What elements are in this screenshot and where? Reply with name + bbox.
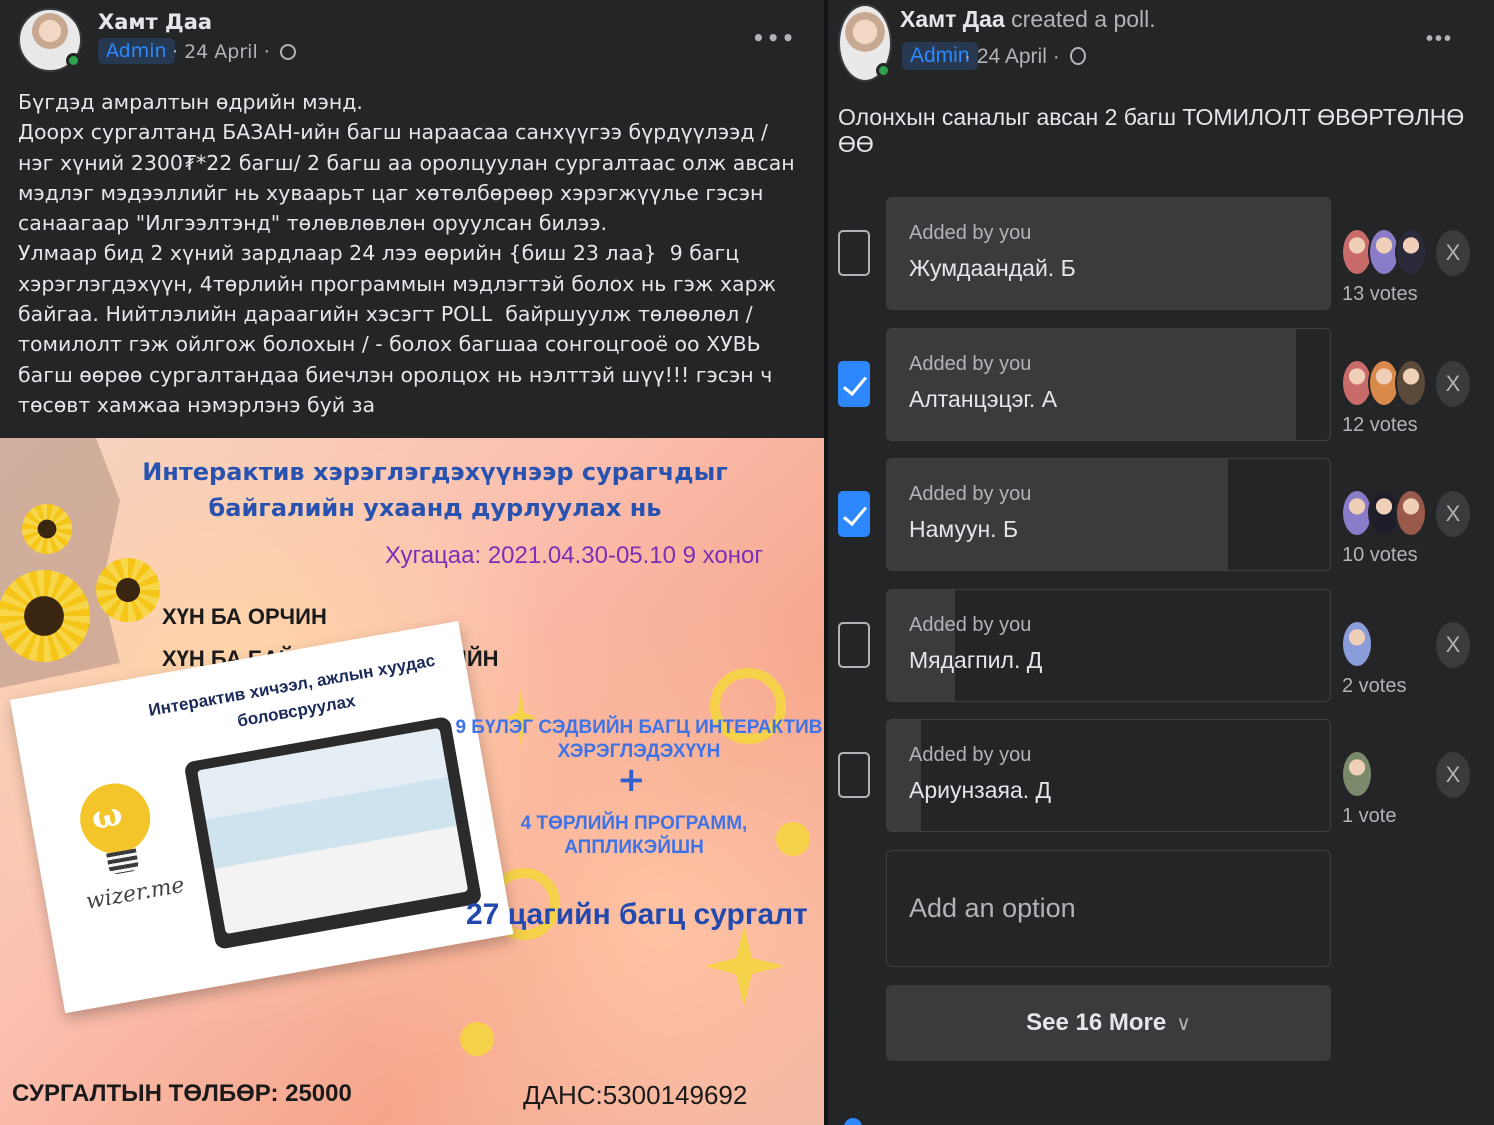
post-image[interactable]: Интерактив хэрэглэгдэхүүнээр сурагчдыг б… (0, 438, 824, 1125)
option-added-by: Added by you (909, 483, 1032, 505)
poster-title: Интерактив хэрэглэгдэхүүнээр сурагчдыг б… (142, 458, 728, 522)
decorative-dot (460, 1022, 494, 1056)
poster-line-2: 4 ТӨРЛИЙН ПРОГРАММ, АППЛИКЭЙШН (520, 813, 748, 858)
wizer-logo: wizer.me (84, 872, 187, 915)
option-label: Алтанцэцэг. А (909, 385, 1058, 412)
option-added-by: Added by you (909, 352, 1032, 375)
poll-option[interactable]: Added by you Жумдаандай. Б (886, 197, 1331, 310)
poll-post: Хамт Даа created a poll. Admin · 24 Apri… (828, 0, 1494, 1125)
post-date-text: · 24 April · (172, 41, 270, 63)
vote-count[interactable]: 1 vote (1342, 805, 1396, 828)
post-date[interactable]: · 24 April · (964, 45, 1086, 69)
sunflower-icon (0, 570, 90, 662)
option-label: Ариунзаяа. Д (909, 777, 1052, 803)
author-name[interactable]: Хамт Даа (98, 10, 212, 34)
option-checkbox[interactable] (838, 230, 870, 276)
author-avatar[interactable] (838, 4, 892, 82)
remove-option-button[interactable]: X (1436, 360, 1470, 407)
option-added-by: Added by you (909, 222, 1032, 244)
option-checkbox[interactable] (838, 752, 870, 798)
chevron-down-icon: ∨ (1176, 1013, 1191, 1035)
poster-subject-1: ХҮН БА ОРЧИН (162, 604, 327, 629)
online-status-icon (66, 53, 81, 68)
vote-count[interactable]: 2 votes (1342, 675, 1406, 698)
vote-count[interactable]: 13 votes (1342, 283, 1418, 306)
poll-action: created a poll. (1004, 6, 1156, 32)
add-option-input[interactable]: Add an option (886, 850, 1331, 967)
author-name[interactable]: Хамт Даа (900, 6, 1005, 32)
vote-progress-bar (887, 720, 922, 831)
poll-question: Олонхын саналыг авсан 2 багш ТОМИЛОЛТ ӨВ… (838, 104, 1465, 157)
globe-icon (1069, 47, 1086, 65)
vote-progress-bar (887, 328, 1296, 440)
post-date[interactable]: · 24 April · (172, 41, 296, 63)
online-status-icon (876, 63, 891, 78)
remove-option-button[interactable]: X (1436, 230, 1470, 276)
vote-progress-bar (887, 198, 1330, 309)
voter-avatar (1341, 619, 1373, 668)
poster-fee: СУРГАЛТЫН ТӨЛБӨР: 25000 (12, 1080, 352, 1107)
sunflower-icon (96, 558, 160, 622)
option-label: Мядагпил. Д (909, 646, 1043, 673)
sunflower-icon (22, 504, 72, 554)
vote-progress-bar (887, 589, 956, 701)
laptop-screenshot (183, 715, 483, 950)
remove-option-button[interactable]: X (1436, 621, 1470, 668)
option-added-by: Added by you (909, 613, 1032, 636)
option-checkbox[interactable] (838, 360, 870, 407)
sparkle-icon (704, 926, 784, 1006)
poster-date: Хугацаа: 2021.04.30-05.10 9 хоног (385, 542, 764, 569)
poll-option[interactable]: Added by you Мядагпил. Д (886, 588, 1331, 702)
voter-avatar (1395, 228, 1427, 276)
voter-avatar (1395, 489, 1427, 537)
post-date-text: · 24 April · (964, 45, 1060, 68)
poster-line-3: 27 цагийн багц сургалт (466, 898, 808, 931)
poll-option[interactable]: Added by you Алтанцэцэг. А (886, 327, 1331, 441)
blue-indicator (844, 1118, 862, 1125)
option-label: Намуун. Б (909, 516, 1019, 542)
option-checkbox[interactable] (838, 621, 870, 668)
post-text: Бүгдэд амралтын өдрийн мэнд. Доорх сурга… (18, 90, 795, 417)
poll-option[interactable]: Added by you Намуун. Б (886, 458, 1331, 571)
wizer-card: Интерактив хичээл, ажлын хуудас боловсру… (10, 620, 514, 1014)
voter-avatar (1395, 358, 1427, 407)
option-added-by: Added by you (909, 744, 1032, 766)
see-more-button[interactable]: See 16 More ∨ (886, 985, 1331, 1061)
remove-option-button[interactable]: X (1436, 491, 1470, 537)
vote-count[interactable]: 12 votes (1342, 414, 1418, 437)
poster-line-1: 9 БҮЛЭГ СЭДВИЙН БАГЦ ИНТЕРАКТИВ ХЭРЭГЛЭД… (455, 717, 823, 762)
option-label: Жумдаандай. Б (909, 255, 1076, 281)
option-checkbox[interactable] (838, 491, 870, 537)
add-option-placeholder: Add an option (909, 893, 1076, 923)
voter-avatar (1341, 750, 1373, 798)
lightbulb-base (106, 848, 140, 876)
author-avatar[interactable] (18, 8, 82, 72)
poll-header: Хамт Даа created a poll. (900, 6, 1156, 33)
more-options-icon[interactable]: ••• (1426, 28, 1453, 51)
remove-option-button[interactable]: X (1436, 752, 1470, 798)
wizer-glyph-icon: ω (88, 794, 126, 838)
see-more-label: See 16 More (1026, 1009, 1167, 1036)
plus-icon: + (617, 760, 646, 800)
poll-option[interactable]: Added by you Ариунзаяа. Д (886, 719, 1331, 832)
poster-account: ДАНС:5300149692 (523, 1080, 748, 1110)
more-options-icon[interactable]: ••• (752, 26, 796, 50)
vote-progress-bar (887, 459, 1228, 570)
laptop-screen (197, 727, 469, 935)
left-post: Хамт Даа Admin · 24 April · ••• Бүгдэд а… (0, 0, 824, 1125)
vote-count[interactable]: 10 votes (1342, 544, 1418, 567)
admin-badge: Admin (98, 38, 175, 64)
globe-icon (279, 44, 296, 60)
